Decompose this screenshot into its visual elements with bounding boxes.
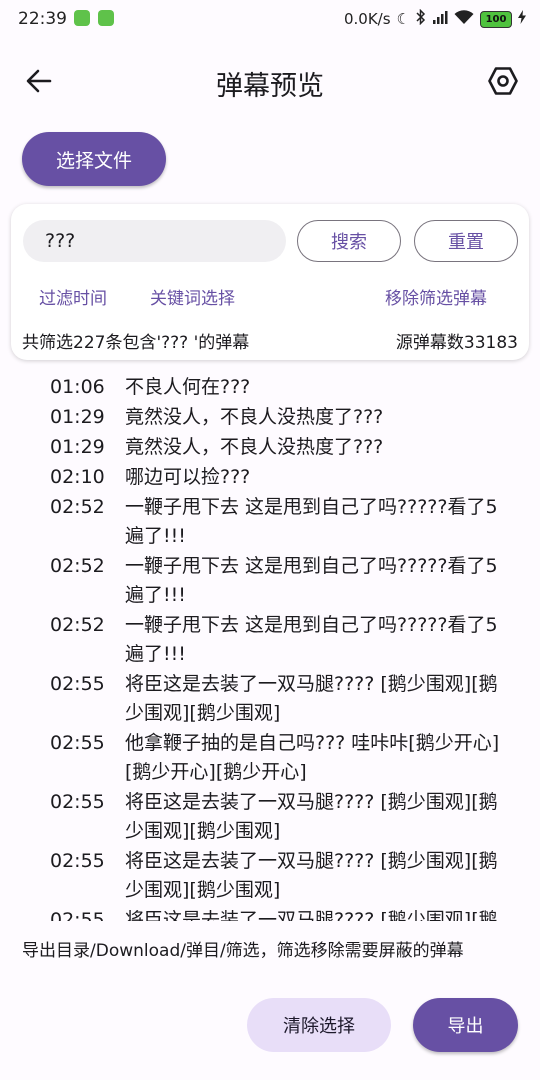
danmaku-text: 将臣这是去装了一双马腿???? [鹅少围观][鹅少围观][鹅少围观] (125, 673, 498, 724)
danmaku-text: 竟然没人，不良人没热度了??? (125, 406, 384, 428)
danmaku-time: 02:52 (50, 555, 105, 577)
status-bar: 22:39 0.0K/s ☾ 100 (0, 0, 540, 38)
danmaku-time: 01:06 (50, 376, 105, 398)
danmaku-time: 02:55 (50, 850, 105, 872)
battery-icon: 100 (480, 10, 512, 28)
settings-button[interactable] (480, 58, 526, 104)
danmaku-text: 一鞭子甩下去 这是甩到自己了吗?????看了5遍了!!! (125, 614, 498, 665)
top-app-bar: 弹幕预览 (0, 50, 540, 114)
status-icons: 0.0K/s ☾ 100 (343, 8, 526, 29)
choose-file-button[interactable]: 选择文件 (22, 132, 166, 186)
list-item[interactable]: 02:52 一鞭子甩下去 这是甩到自己了吗?????看了5遍了!!! (0, 552, 540, 610)
danmaku-time: 02:55 (50, 673, 105, 695)
network-speed: 0.0K/s (343, 10, 391, 28)
filter-card: 搜索 重置 过滤时间 关键词选择 移除筛选弹幕 共筛选227条包含'??? '的… (11, 204, 529, 360)
danmaku-time: 02:52 (50, 496, 105, 518)
list-item[interactable]: 02:55 他拿鞭子抽的是自己吗??? 哇咔咔[鹅少开心][鹅少开心][鹅少开心] (0, 729, 540, 787)
signal-icon (432, 10, 448, 28)
export-note: 导出目录/Download/弹目/筛选，筛选移除需要屏蔽的弹幕 (22, 941, 464, 961)
danmaku-time: 01:29 (50, 406, 105, 428)
charging-icon (518, 10, 526, 28)
remove-filtered-button[interactable]: 移除筛选弹幕 (385, 284, 487, 309)
bluetooth-icon (416, 8, 426, 29)
clear-selection-button[interactable]: 清除选择 (247, 998, 391, 1052)
page-title: 弹幕预览 (216, 71, 324, 102)
android-icon (98, 10, 114, 26)
hexagon-settings-icon (488, 67, 518, 95)
danmaku-text: 一鞭子甩下去 这是甩到自己了吗?????看了5遍了!!! (125, 555, 498, 606)
danmaku-time: 02:10 (50, 466, 105, 488)
danmaku-list[interactable]: 01:06 不良人何在??? 01:29 竟然没人，不良人没热度了??? 01:29 竟然… (0, 373, 540, 921)
danmaku-text: 竟然没人，不良人没热度了??? (125, 436, 384, 458)
moon-icon: ☾ (396, 10, 410, 28)
list-item[interactable]: 01:06 不良人何在??? (0, 373, 540, 402)
danmaku-text: 将臣这是去装了一双马腿???? [鹅少围观][鹅少围观][鹅少围观] (125, 850, 498, 901)
search-button[interactable]: 搜索 (297, 220, 401, 262)
list-item[interactable]: 02:55 将臣这是去装了一双马腿???? [鹅少围观][鹅少围观][鹅少围观] (0, 847, 540, 905)
list-item[interactable]: 01:29 竟然没人，不良人没热度了??? (0, 433, 540, 462)
filter-summary: 共筛选227条包含'??? '的弹幕 (22, 333, 250, 353)
list-item[interactable]: 02:55 将臣这是去装了一双马腿???? [鹅少围观][鹅少围观][鹅少围观] (0, 906, 540, 921)
danmaku-time: 02:55 (50, 791, 105, 813)
danmaku-text: 将臣这是去装了一双马腿???? [鹅少围观][鹅少围观][鹅少围观] (125, 791, 498, 842)
filter-time-button[interactable]: 过滤时间 (39, 284, 107, 309)
reset-button[interactable]: 重置 (414, 220, 518, 262)
list-item[interactable]: 02:52 一鞭子甩下去 这是甩到自己了吗?????看了5遍了!!! (0, 611, 540, 669)
list-item[interactable]: 02:55 将臣这是去装了一双马腿???? [鹅少围观][鹅少围观][鹅少围观] (0, 788, 540, 846)
wifi-icon (454, 9, 474, 29)
danmaku-time: 02:55 (50, 909, 105, 921)
danmaku-time: 02:52 (50, 614, 105, 636)
list-item[interactable]: 02:10 哪边可以捡??? (0, 463, 540, 492)
android-icon (74, 10, 90, 26)
keyword-select-button[interactable]: 关键词选择 (150, 284, 235, 309)
danmaku-text: 他拿鞭子抽的是自己吗??? 哇咔咔[鹅少开心][鹅少开心][鹅少开心] (125, 732, 500, 783)
search-input[interactable] (23, 220, 286, 262)
source-count: 源弹幕数33183 (395, 333, 518, 353)
danmaku-text: 一鞭子甩下去 这是甩到自己了吗?????看了5遍了!!! (125, 496, 498, 547)
danmaku-text: 哪边可以捡??? (125, 466, 251, 488)
list-item[interactable]: 02:52 一鞭子甩下去 这是甩到自己了吗?????看了5遍了!!! (0, 493, 540, 551)
list-item[interactable]: 01:29 竟然没人，不良人没热度了??? (0, 403, 540, 432)
danmaku-time: 02:55 (50, 732, 105, 754)
danmaku-text: 将臣这是去装了一双马腿???? [鹅少围观][鹅少围观][鹅少围观] (125, 909, 498, 921)
list-item[interactable]: 02:55 将臣这是去装了一双马腿???? [鹅少围观][鹅少围观][鹅少围观] (0, 670, 540, 728)
danmaku-text: 不良人何在??? (125, 376, 251, 398)
export-button[interactable]: 导出 (413, 998, 518, 1052)
status-time: 22:39 (18, 9, 67, 29)
danmaku-time: 01:29 (50, 436, 105, 458)
